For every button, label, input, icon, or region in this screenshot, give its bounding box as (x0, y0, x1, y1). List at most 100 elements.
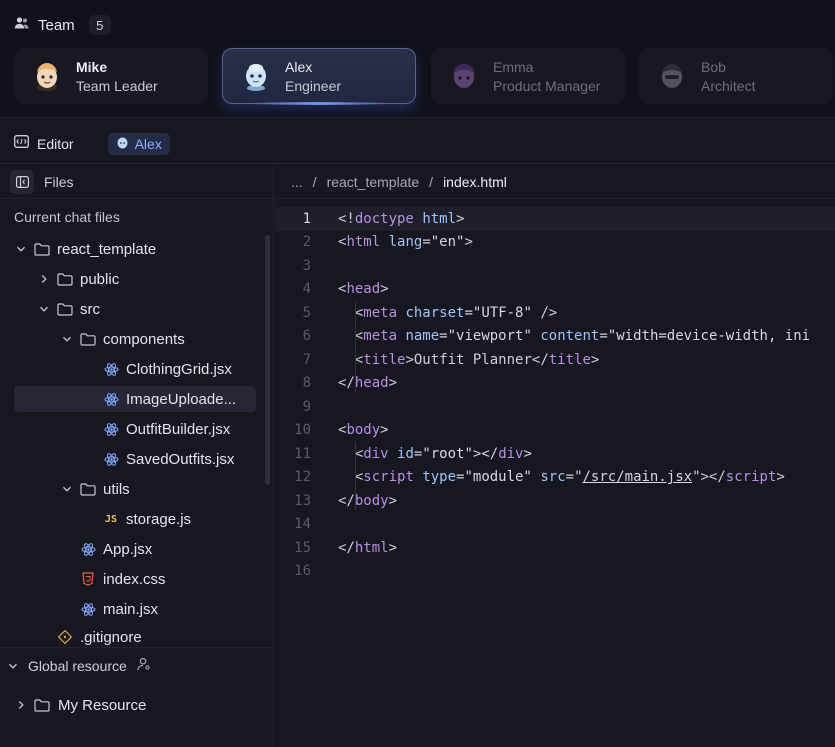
member-card-emma[interactable]: Emma Product Manager (431, 48, 625, 104)
toggle-sidebar-button[interactable] (10, 169, 34, 194)
active-agent-chip[interactable]: Alex (107, 132, 170, 155)
breadcrumb-folder[interactable]: react_template (327, 174, 420, 190)
files-title: Files (44, 173, 74, 190)
tree-folder[interactable]: react_template (14, 236, 256, 262)
code-line[interactable]: 11 <div id="root"></div> (275, 442, 835, 466)
mike-avatar-icon (30, 59, 64, 93)
chevron-down-icon (37, 304, 51, 314)
member-name: Bob (701, 58, 726, 75)
member-card-bob[interactable]: Bob Architect (639, 48, 833, 104)
tree-file[interactable]: ClothingGrid.jsx (14, 356, 256, 382)
tree-item-label: SavedOutfits.jsx (126, 450, 235, 468)
chevron-down-icon (14, 244, 28, 254)
tree-item-label: ImageUploade... (126, 390, 237, 408)
code-line[interactable]: 16 (275, 560, 835, 584)
code-line[interactable]: 2 <html lang="en"> (275, 231, 835, 255)
breadcrumb-separator: / (429, 173, 434, 190)
code-text: <script type="module" src="/src/main.jsx… (338, 469, 785, 486)
breadcrumb-separator: / (312, 173, 317, 190)
chevron-down-icon (60, 484, 74, 494)
team-header: Team 5 (14, 14, 111, 36)
tree-folder[interactable]: src (14, 296, 256, 322)
line-number: 1 (302, 210, 311, 227)
line-number: 7 (302, 351, 311, 368)
code-text: </html> (338, 539, 398, 556)
folder-icon (80, 331, 96, 347)
member-card-mike[interactable]: Mike Team Leader (14, 48, 208, 104)
file-tree-scrollbar[interactable] (265, 235, 270, 485)
tree-item-label: utils (103, 480, 130, 498)
tree-item-label: components (103, 330, 185, 348)
global-resource-label: Global resource (28, 657, 127, 674)
react-icon (103, 361, 119, 377)
tree-file[interactable]: index.css (14, 566, 256, 592)
css-file-icon (80, 571, 96, 587)
tree-item-label: main.jsx (103, 600, 159, 618)
tree-file[interactable]: App.jsx (14, 536, 256, 562)
global-resource-row[interactable]: Global resource (0, 647, 274, 683)
tree-folder[interactable]: public (14, 266, 256, 292)
tree-file[interactable]: main.jsx (14, 596, 256, 622)
code-line[interactable]: 7 <title>Outfit Planner</title> (275, 348, 835, 372)
my-resource-label: My Resource (58, 696, 147, 714)
member-role: Team Leader (76, 77, 158, 94)
folder-icon (34, 241, 50, 257)
tree-file[interactable]: ImageUploade... (14, 386, 256, 412)
code-line[interactable]: 10 <body> (275, 419, 835, 443)
code-line[interactable]: 14 (275, 513, 835, 537)
line-number: 15 (294, 539, 311, 556)
folder-icon (80, 481, 96, 497)
javascript-icon: JS (104, 513, 118, 525)
line-number: 14 (294, 516, 311, 533)
member-card-alex[interactable]: Alex Engineer (222, 48, 416, 105)
team-panel: Team 5 Mike Team Leader Alex Engineer Em… (0, 0, 835, 118)
code-text: <!doctype html> (338, 210, 465, 227)
code-line[interactable]: 3 (275, 254, 835, 278)
files-panel: Files Current chat files react_templatep… (0, 165, 274, 747)
breadcrumb: ... / react_template / index.html (275, 165, 835, 199)
breadcrumb-current-file: index.html (443, 173, 507, 190)
team-count-badge: 5 (88, 15, 111, 35)
code-text: <head> (338, 281, 389, 298)
tree-item-label: OutfitBuilder.jsx (126, 420, 231, 438)
editor-tab-bar: Editor Alex (0, 124, 835, 164)
code-line[interactable]: 15 </html> (275, 536, 835, 560)
code-lines[interactable]: 1 <!doctype html> 2 <html lang="en"> 3 4 <head… (275, 207, 835, 583)
chevron-right-icon (37, 274, 51, 284)
line-number: 6 (302, 328, 311, 345)
indent-guide (355, 301, 356, 393)
code-line[interactable]: 9 (275, 395, 835, 419)
code-line[interactable]: 5 <meta charset="UTF-8" /> (275, 301, 835, 325)
chevron-down-icon (60, 334, 74, 344)
tree-file[interactable]: JS storage.js (14, 506, 256, 532)
tree-file[interactable]: OutfitBuilder.jsx (14, 416, 256, 442)
tree-folder[interactable]: utils (14, 476, 256, 502)
alex-avatar-small-icon (116, 136, 129, 152)
indent-guide (355, 442, 356, 511)
code-line[interactable]: 12 <script type="module" src="/src/main.… (275, 466, 835, 490)
team-title: Team (38, 16, 75, 34)
code-line[interactable]: 4 <head> (275, 278, 835, 302)
member-role: Product Manager (493, 77, 601, 94)
code-text: </body> (338, 492, 398, 509)
react-icon (103, 451, 119, 467)
user-settings-icon[interactable] (137, 657, 151, 674)
code-line[interactable]: 8 </head> (275, 372, 835, 396)
react-icon (80, 541, 96, 557)
emma-avatar-icon (447, 59, 481, 93)
code-line[interactable]: 13 </body> (275, 489, 835, 513)
code-line[interactable]: 6 <meta name="viewport" content="width=d… (275, 325, 835, 349)
tree-file[interactable]: SavedOutfits.jsx (14, 446, 256, 472)
current-chat-files-label: Current chat files (14, 209, 120, 225)
code-editor-icon (14, 134, 29, 153)
react-icon (80, 601, 96, 617)
code-editor-panel[interactable]: ... / react_template / index.html 1 <!doc… (275, 165, 835, 747)
code-line[interactable]: 1 <!doctype html> (275, 207, 835, 231)
code-text: <body> (338, 422, 389, 439)
code-text: <meta name="viewport" content="width=dev… (338, 328, 811, 345)
my-resource-folder[interactable]: My Resource (14, 692, 146, 718)
tree-item-label: App.jsx (103, 540, 153, 558)
tree-folder[interactable]: components (14, 326, 256, 352)
editor-label: Editor (37, 135, 74, 152)
breadcrumb-ellipsis[interactable]: ... (291, 174, 303, 190)
